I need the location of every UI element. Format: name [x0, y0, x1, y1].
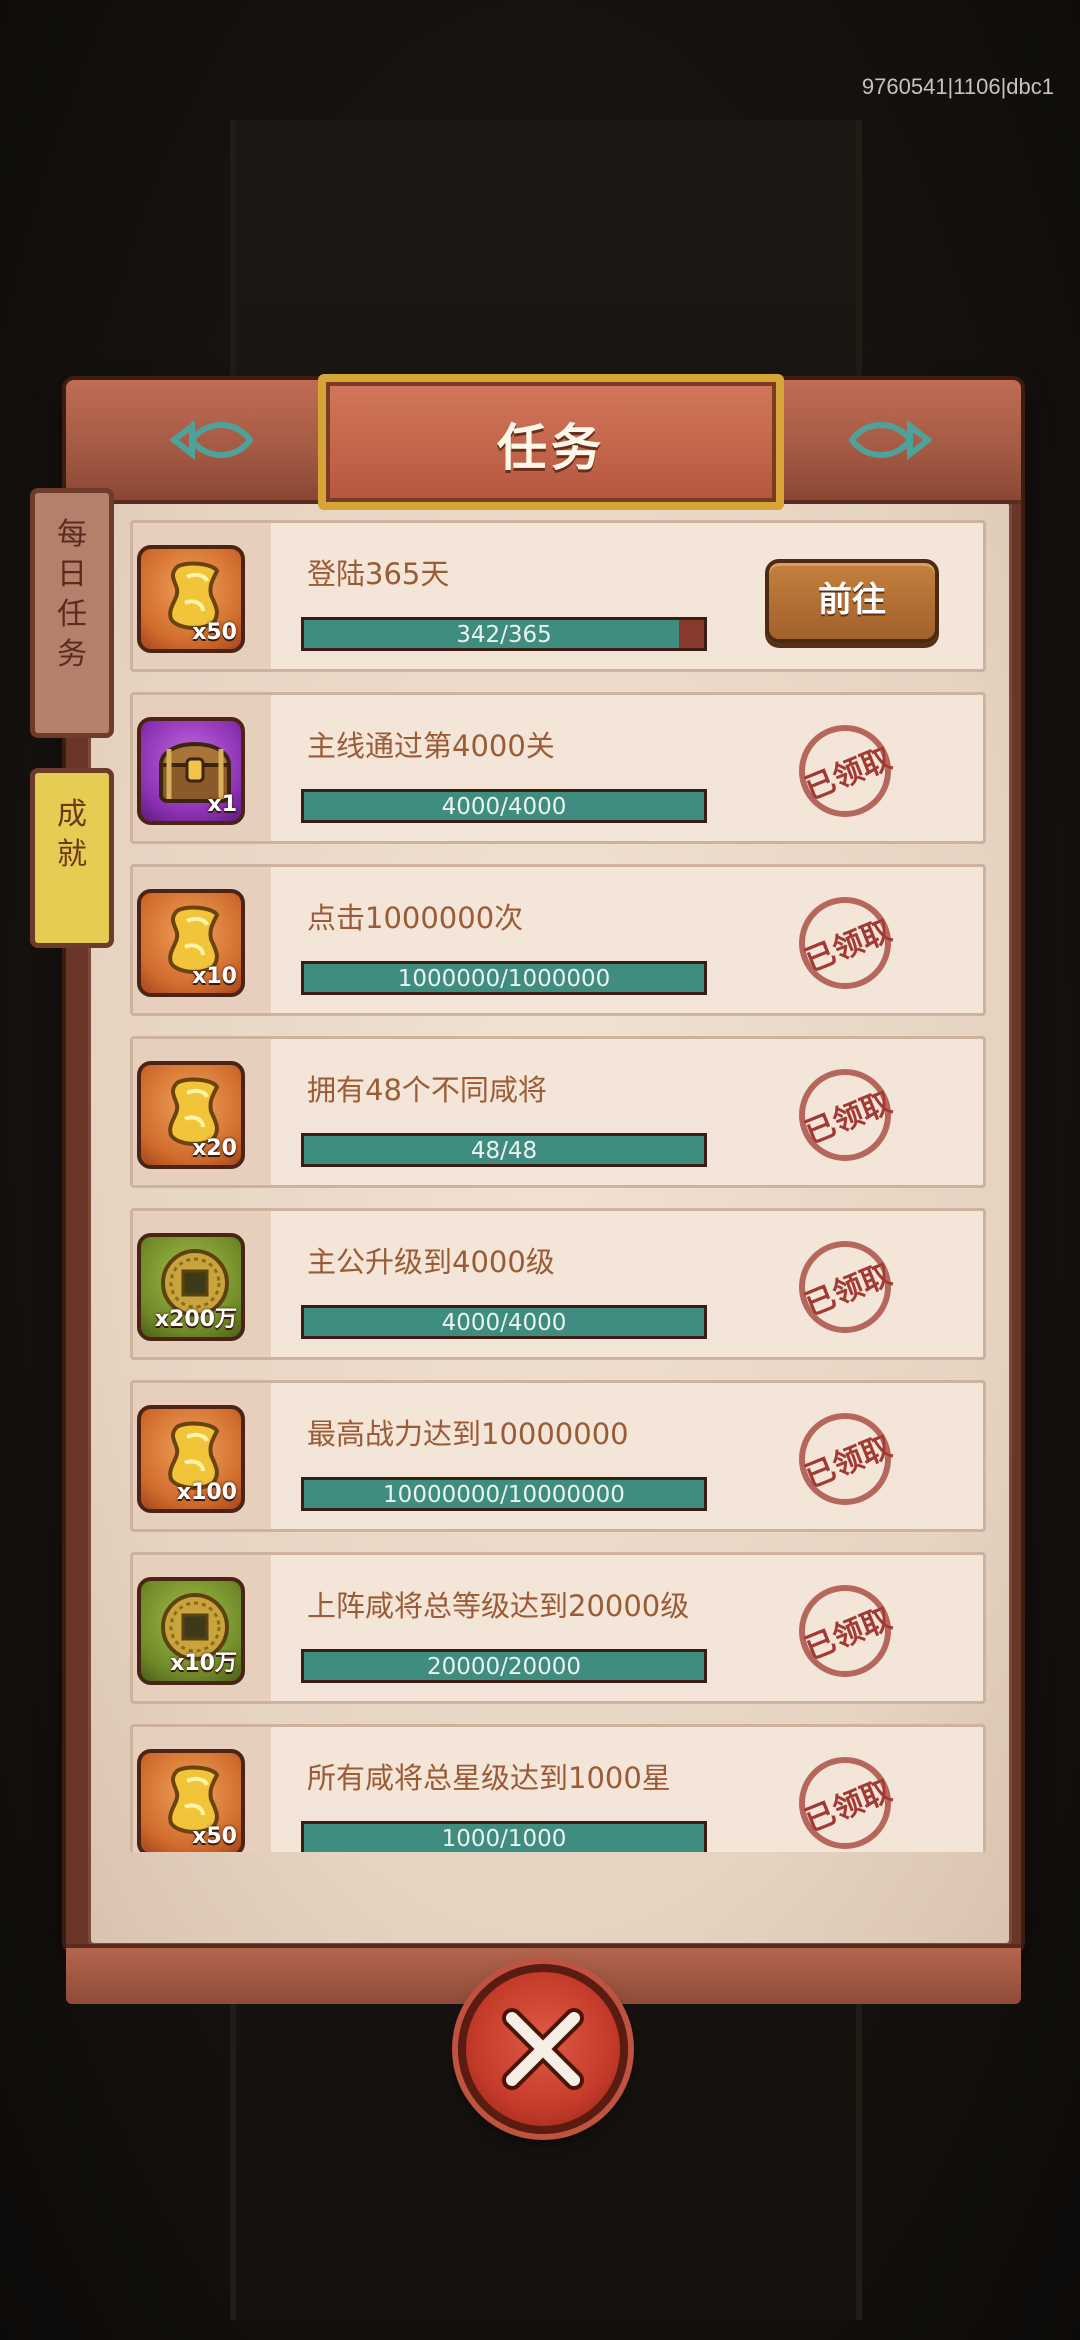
reward-area: x50	[133, 523, 271, 669]
progress-text: 1000/1000	[441, 1826, 567, 1852]
task-name: 所有咸将总星级达到1000星	[307, 1761, 671, 1795]
progress-bar: 4000/4000	[301, 789, 707, 823]
task-name: 拥有48个不同咸将	[307, 1073, 547, 1107]
title-banner: 任务	[318, 374, 784, 510]
tab-label-char: 日	[57, 557, 87, 592]
reward-item[interactable]: x1	[137, 717, 245, 825]
tab-label-char: 每	[57, 517, 87, 552]
progress-text: 10000000/10000000	[383, 1482, 625, 1508]
reward-quantity: x200万	[154, 1307, 237, 1332]
reward-area: x100	[133, 1383, 271, 1529]
reward-item[interactable]: x10万	[137, 1577, 245, 1685]
progress-bar: 342/365	[301, 617, 707, 651]
reward-item[interactable]: x100	[137, 1405, 245, 1513]
progress-bar: 48/48	[301, 1133, 707, 1167]
reward-area: x1	[133, 695, 271, 841]
task-name: 主线通过第4000关	[307, 729, 555, 763]
reward-quantity: x10	[192, 964, 237, 989]
progress-text: 1000000/1000000	[397, 966, 611, 992]
reward-quantity: x50	[192, 1824, 237, 1849]
claimed-stamp: 已领取	[795, 1755, 899, 1851]
task-row: x50 所有咸将总星级达到1000星 1000/1000 已领取	[130, 1724, 986, 1852]
tab-label-char: 务	[57, 637, 87, 672]
claimed-stamp: 已领取	[795, 1067, 899, 1163]
reward-area: x10	[133, 867, 271, 1013]
fish-emblem-icon	[848, 419, 933, 461]
task-name: 最高战力达到10000000	[307, 1417, 629, 1451]
reward-item[interactable]: x50	[137, 1749, 245, 1852]
fish-emblem-icon	[169, 419, 254, 461]
task-name: 点击1000000次	[307, 901, 524, 935]
close-icon	[502, 2008, 584, 2090]
build-id-label: 9760541|1106|dbc1	[861, 74, 1054, 99]
page-title: 任务	[497, 419, 605, 477]
reward-area: x10万	[133, 1555, 271, 1701]
reward-quantity: x1	[207, 792, 238, 817]
reward-quantity: x50	[192, 620, 237, 645]
reward-item[interactable]: x10	[137, 889, 245, 997]
tab-label-char: 成	[57, 797, 87, 832]
close-button[interactable]	[458, 1964, 628, 2134]
progress-text: 48/48	[470, 1138, 538, 1164]
task-row: x200万 主公升级到4000级 4000/4000 已领取	[130, 1208, 986, 1360]
reward-quantity: x10万	[170, 1651, 237, 1676]
progress-bar: 4000/4000	[301, 1305, 707, 1339]
progress-bar: 1000000/1000000	[301, 961, 707, 995]
task-list[interactable]: x50 登陆365天 342/365 前往 x1 主线通过第4000关 4000/4000 已…	[130, 520, 986, 1852]
claimed-stamp: 已领取	[795, 1583, 899, 1679]
progress-bar: 20000/20000	[301, 1649, 707, 1683]
progress-bar: 10000000/10000000	[301, 1477, 707, 1511]
task-name: 上阵咸将总等级达到20000级	[307, 1589, 690, 1623]
progress-text: 4000/4000	[441, 1310, 567, 1336]
task-row: x10万 上阵咸将总等级达到20000级 20000/20000 已领取	[130, 1552, 986, 1704]
reward-item[interactable]: x50	[137, 545, 245, 653]
progress-text: 342/365	[456, 622, 552, 648]
reward-quantity: x20	[192, 1136, 237, 1161]
progress-text: 20000/20000	[426, 1654, 582, 1680]
task-name: 主公升级到4000级	[307, 1245, 555, 1279]
reward-area: x200万	[133, 1211, 271, 1357]
task-row: x100 最高战力达到10000000 10000000/10000000 已领取	[130, 1380, 986, 1532]
claimed-stamp: 已领取	[795, 1239, 899, 1335]
go-button[interactable]: 前往	[765, 559, 939, 643]
progress-text: 4000/4000	[441, 794, 567, 820]
tab-achievements[interactable]: 成 就	[30, 768, 114, 948]
task-row: x10 点击1000000次 1000000/1000000 已领取	[130, 864, 986, 1016]
task-row: x50 登陆365天 342/365 前往	[130, 520, 986, 672]
task-name: 登陆365天	[307, 557, 450, 591]
progress-bar: 1000/1000	[301, 1821, 707, 1852]
task-row: x20 拥有48个不同咸将 48/48 已领取	[130, 1036, 986, 1188]
reward-item[interactable]: x20	[137, 1061, 245, 1169]
reward-area: x50	[133, 1727, 271, 1852]
tab-daily-tasks[interactable]: 每 日 任 务	[30, 488, 114, 738]
claimed-stamp: 已领取	[795, 723, 899, 819]
tab-label-char: 任	[57, 597, 87, 632]
claimed-stamp: 已领取	[795, 895, 899, 991]
reward-item[interactable]: x200万	[137, 1233, 245, 1341]
tab-label-char: 就	[57, 837, 87, 872]
task-row: x1 主线通过第4000关 4000/4000 已领取	[130, 692, 986, 844]
reward-area: x20	[133, 1039, 271, 1185]
reward-quantity: x100	[176, 1480, 237, 1505]
claimed-stamp: 已领取	[795, 1411, 899, 1507]
